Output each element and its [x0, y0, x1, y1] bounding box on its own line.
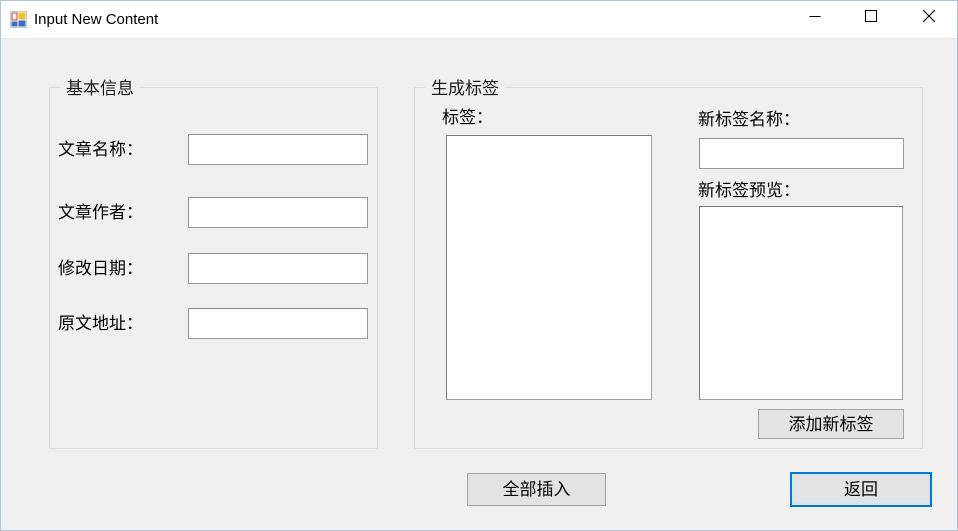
window-title: Input New Content: [34, 11, 159, 28]
label-tags: 标签：: [442, 108, 493, 127]
label-new-tag-name: 新标签名称：: [698, 110, 800, 129]
minimize-icon: [809, 16, 821, 17]
close-icon: [922, 9, 936, 23]
basic-info-group-title: 基本信息: [60, 74, 140, 99]
winforms-app-icon: [10, 11, 27, 28]
close-button[interactable]: [906, 1, 952, 31]
add-new-tag-button-label: 添加新标签: [788, 414, 874, 434]
title-bar: Input New Content: [1, 1, 957, 39]
add-new-tag-button[interactable]: 添加新标签: [758, 409, 904, 439]
maximize-icon: [865, 10, 877, 22]
dialog-window: Input New Content 基本信息 文章名称： 文章作者： 修改日期：…: [0, 0, 958, 531]
new-tag-name-input[interactable]: [699, 138, 904, 169]
generate-tags-group-title: 生成标签: [425, 74, 505, 99]
article-name-input[interactable]: [188, 134, 368, 165]
label-modified-date: 修改日期：: [58, 259, 143, 278]
maximize-button[interactable]: [848, 1, 894, 31]
label-new-tag-preview: 新标签预览：: [698, 181, 800, 200]
minimize-button[interactable]: [792, 1, 838, 31]
modified-date-input[interactable]: [188, 253, 368, 284]
article-author-input[interactable]: [188, 197, 368, 228]
insert-all-button-label: 全部插入: [502, 480, 571, 499]
original-url-input[interactable]: [188, 308, 368, 339]
return-button-label: 返回: [844, 480, 878, 499]
tags-listbox[interactable]: [446, 135, 652, 400]
label-original-url: 原文地址：: [58, 314, 143, 333]
label-article-name: 文章名称：: [58, 140, 143, 159]
new-tag-preview-box[interactable]: [699, 206, 903, 400]
insert-all-button[interactable]: 全部插入: [467, 473, 606, 506]
return-button[interactable]: 返回: [790, 472, 932, 507]
label-article-author: 文章作者：: [58, 203, 143, 222]
